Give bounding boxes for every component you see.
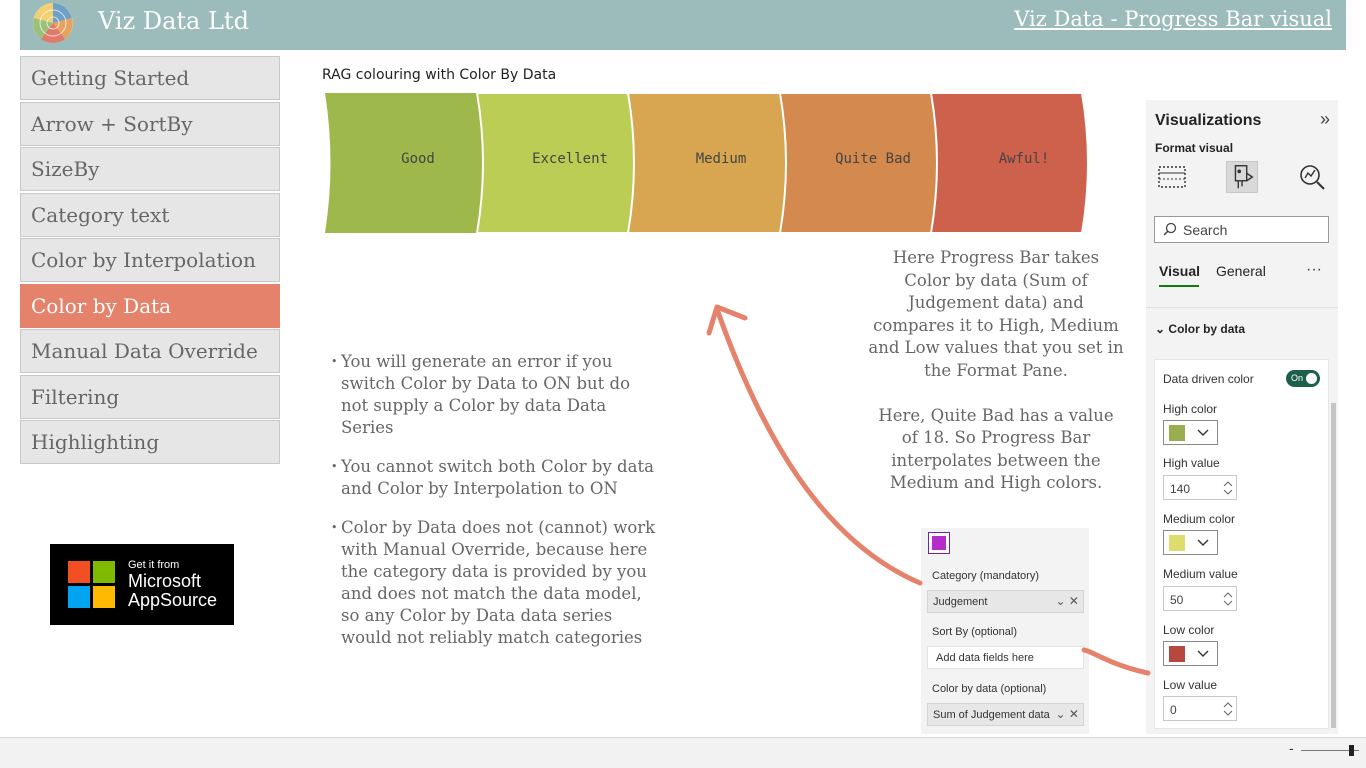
nav-item-color-by-data[interactable]: Color by Data: [20, 283, 280, 328]
nav-item-getting-started[interactable]: Getting Started: [20, 56, 280, 100]
active-tab-underline: [1159, 285, 1199, 287]
segment-label-good: Good: [401, 151, 435, 167]
note-item: You cannot switch both Color by data and…: [331, 456, 661, 500]
note-item: Color by Data does not (cannot) work wit…: [331, 517, 661, 649]
chevron-down-icon: [1197, 650, 1209, 657]
appsource-line2: Microsoft AppSource: [128, 571, 218, 610]
tab-general[interactable]: General: [1216, 263, 1266, 279]
status-bar: -: [0, 737, 1366, 768]
pane-scrollbar[interactable]: [1331, 403, 1336, 728]
header-bar: Viz Data Ltd Viz Data - Progress Bar vis…: [20, 0, 1346, 50]
low-color-label: Low color: [1163, 623, 1215, 637]
spinner-icon[interactable]: [1223, 700, 1233, 718]
search-icon: [1163, 222, 1177, 236]
medium-color-swatch: [1169, 535, 1185, 551]
note-item: You will generate an error if you switch…: [331, 351, 661, 439]
colorby-field[interactable]: Sum of Judgement data ⌄ ✕: [927, 703, 1084, 726]
category-field[interactable]: Judgement ⌄ ✕: [927, 590, 1084, 613]
medium-color-picker[interactable]: [1163, 530, 1218, 555]
format-visual-label: Format visual: [1155, 141, 1234, 155]
search-input[interactable]: Search: [1154, 216, 1329, 243]
spinner-icon[interactable]: [1223, 590, 1233, 608]
nav-item-manual-data-override[interactable]: Manual Data Override: [20, 329, 280, 373]
nav-item-sizeby[interactable]: SizeBy: [20, 147, 280, 191]
color-by-data-section[interactable]: ⌄ Color by data: [1155, 322, 1245, 336]
segment-label-quite-bad: Quite Bad: [835, 151, 911, 167]
medium-color-label: Medium color: [1163, 512, 1236, 526]
medium-value-input[interactable]: 50: [1163, 586, 1237, 611]
zoom-slider-handle[interactable]: [1349, 745, 1354, 756]
segment-label-medium: Medium: [695, 151, 747, 167]
nav-item-color-by-interpolation[interactable]: Color by Interpolation: [20, 238, 280, 282]
chevron-down-icon: ⌄: [1155, 322, 1166, 336]
medium-value-label: Medium value: [1163, 567, 1238, 581]
high-value-label: High value: [1163, 456, 1220, 470]
format-visual-icon[interactable]: [1226, 161, 1258, 193]
high-color-swatch: [1169, 425, 1185, 441]
appsource-line1: Get it from: [128, 559, 180, 571]
chevron-down-icon: [1197, 429, 1209, 436]
page-title-link[interactable]: Viz Data - Progress Bar visual: [1014, 7, 1332, 31]
nav-item-filtering[interactable]: Filtering: [20, 374, 280, 419]
category-well-label: Category (mandatory): [932, 570, 1039, 582]
build-visual-icon[interactable]: [1156, 161, 1188, 193]
high-value-input[interactable]: 140: [1163, 475, 1237, 500]
low-color-swatch: [1169, 646, 1185, 662]
tab-visual[interactable]: Visual: [1159, 263, 1200, 279]
color-by-data-card: Data driven color On High color High val…: [1154, 359, 1329, 729]
data-driven-color-toggle[interactable]: On: [1286, 370, 1320, 387]
segment-label-awful: Awful!: [998, 151, 1050, 167]
sortby-well-label: Sort By (optional): [932, 626, 1017, 638]
low-color-picker[interactable]: [1163, 641, 1218, 666]
field-dropdown-remove-icon[interactable]: ⌄ ✕: [1056, 594, 1079, 608]
visualizations-pane: Visualizations » Format visual Search Vi…: [1146, 100, 1338, 734]
nav-item-highlighting[interactable]: Highlighting: [20, 420, 280, 464]
colorby-well-label: Color by data (optional): [932, 683, 1047, 695]
appsource-badge[interactable]: Get it from Microsoft AppSource: [50, 544, 234, 625]
chevron-down-icon: [1197, 539, 1209, 546]
analytics-icon[interactable]: [1296, 161, 1328, 193]
explanation-paragraph-2: Here, Quite Bad has a value of 18. So Pr…: [878, 405, 1114, 493]
pane-divider: [1146, 307, 1338, 308]
data-driven-color-label: Data driven color: [1163, 372, 1254, 386]
progress-bar-visual-icon[interactable]: [928, 532, 950, 554]
wheel-logo-icon: [33, 3, 73, 44]
spinner-icon[interactable]: [1223, 479, 1233, 497]
sortby-drop-zone[interactable]: Add data fields here: [927, 646, 1084, 669]
high-color-label: High color: [1163, 402, 1218, 416]
zoom-out-button[interactable]: -: [1289, 740, 1294, 756]
high-color-picker[interactable]: [1163, 420, 1218, 445]
more-options-icon[interactable]: ···: [1306, 261, 1322, 279]
visual-title: RAG colouring with Color By Data: [322, 67, 557, 83]
nav-item-arrow-sortby[interactable]: Arrow + SortBy: [20, 101, 280, 146]
company-name: Viz Data Ltd: [98, 7, 249, 35]
expand-pane-icon[interactable]: »: [1320, 109, 1330, 130]
pane-title: Visualizations: [1155, 112, 1262, 129]
low-value-label: Low value: [1163, 678, 1218, 692]
explanation-paragraph-1: Here Progress Bar takes Color by data (S…: [868, 248, 1124, 380]
sidebar-nav: Getting Started Arrow + SortBy SizeBy Ca…: [20, 56, 280, 466]
notes-list: You will generate an error if you switch…: [331, 351, 661, 666]
nav-item-category-text[interactable]: Category text: [20, 192, 280, 237]
microsoft-logo-icon: [68, 561, 115, 608]
segment-label-excellent: Excellent: [532, 151, 608, 167]
field-dropdown-remove-icon[interactable]: ⌄ ✕: [1055, 707, 1079, 721]
low-value-input[interactable]: 0: [1163, 696, 1237, 721]
field-wells-panel: Category (mandatory) Judgement ⌄ ✕ Sort …: [921, 528, 1089, 734]
explanation-text: Here Progress Bar takes Color by data (S…: [868, 247, 1124, 517]
